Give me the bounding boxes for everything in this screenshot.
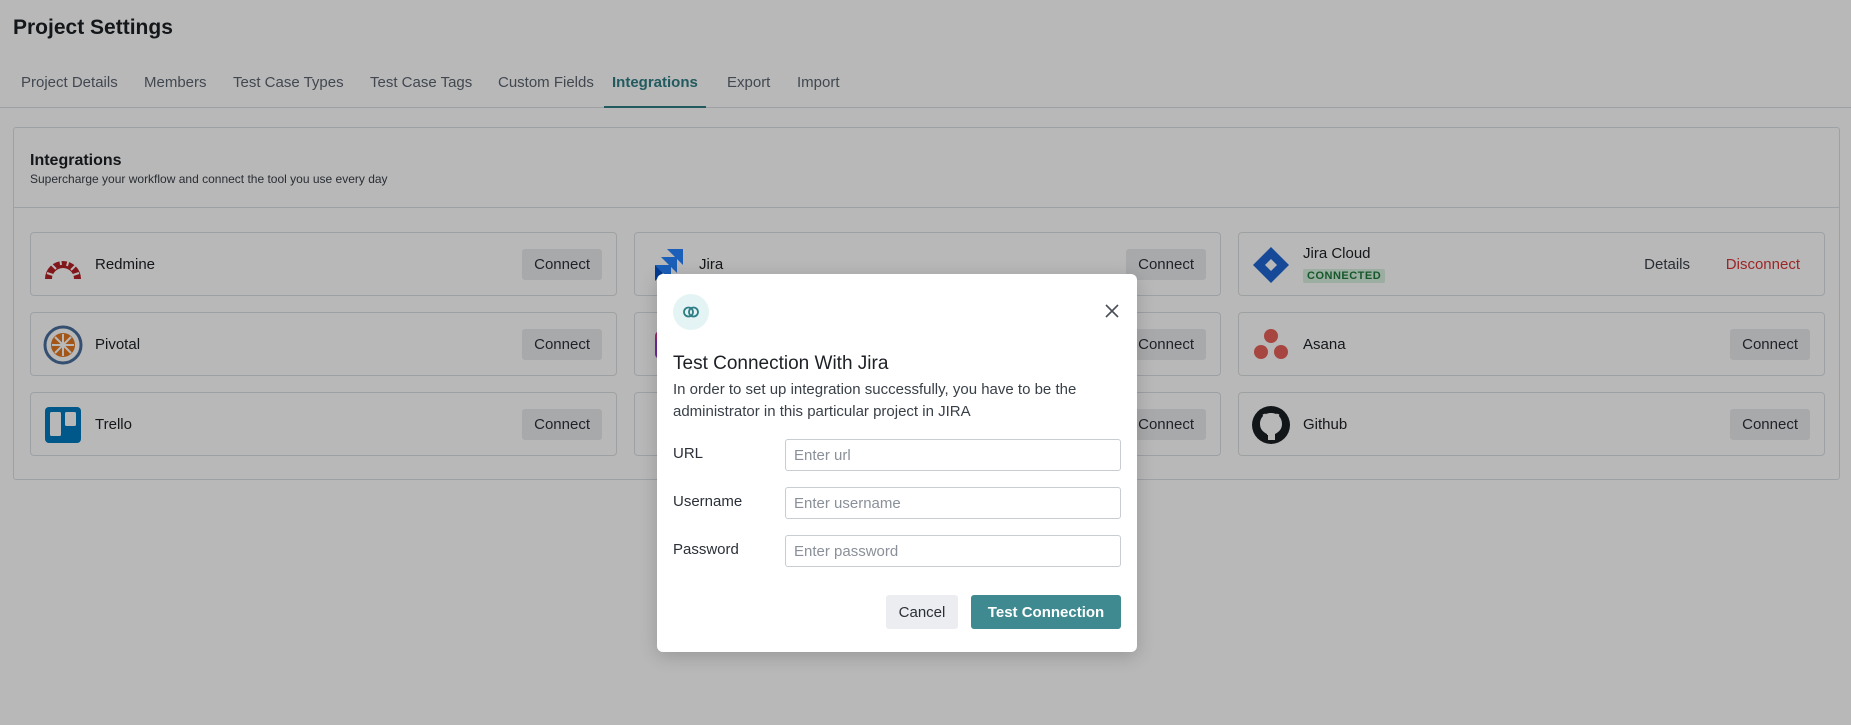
username-label: Username: [673, 493, 743, 510]
close-icon[interactable]: [1103, 302, 1121, 320]
modal-title: Test Connection With Jira: [673, 353, 889, 374]
modal-description: In order to set up integration successfu…: [673, 381, 1077, 420]
url-field[interactable]: [785, 439, 1121, 471]
password-field[interactable]: [785, 535, 1121, 567]
username-field[interactable]: [785, 487, 1121, 519]
link-icon: [683, 306, 699, 318]
url-label: URL: [673, 445, 704, 462]
modal-header-icon: [673, 294, 709, 330]
test-connection-dialog: Test Connection With Jira In order to se…: [657, 274, 1137, 652]
cancel-button[interactable]: Cancel: [886, 595, 958, 629]
test-connection-button[interactable]: Test Connection: [971, 595, 1121, 629]
password-label: Password: [673, 541, 739, 558]
